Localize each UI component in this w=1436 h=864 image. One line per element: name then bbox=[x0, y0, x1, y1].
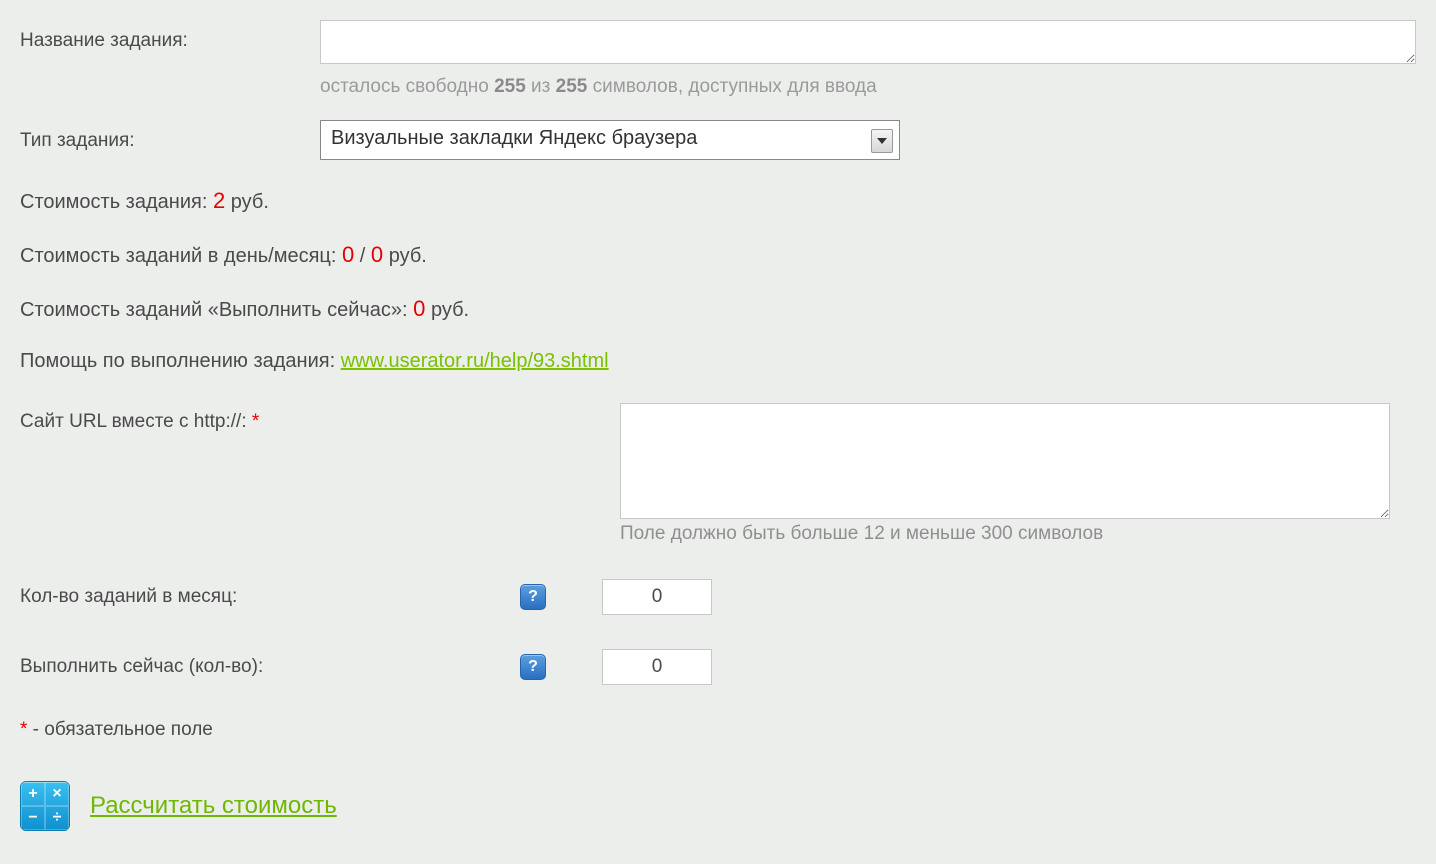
day-cost-value: 0 bbox=[342, 242, 354, 267]
required-asterisk: * bbox=[252, 411, 259, 432]
calculate-cost-link[interactable]: Рассчитать стоимость bbox=[90, 792, 337, 820]
url-hint: Поле должно быть больше 12 и меньше 300 … bbox=[620, 523, 1416, 545]
task-cost-value: 2 bbox=[213, 188, 225, 213]
help-icon[interactable]: ? bbox=[520, 584, 546, 610]
chars-total: 255 bbox=[556, 76, 588, 97]
task-name-counter: осталось свободно 255 из 255 символов, д… bbox=[320, 76, 1416, 98]
url-label: Сайт URL вместе с http://: * bbox=[20, 403, 620, 433]
chars-remaining: 255 bbox=[494, 76, 526, 97]
qty-now-row: Выполнить сейчас (кол-во): ? bbox=[20, 649, 1416, 685]
url-row: Сайт URL вместе с http://: * bbox=[20, 403, 1416, 519]
task-name-input[interactable] bbox=[320, 20, 1416, 64]
month-cost-value: 0 bbox=[371, 242, 383, 267]
calculate-row: + × − ÷ Рассчитать стоимость bbox=[20, 781, 1416, 831]
task-cost-line: Стоимость задания: 2 руб. bbox=[20, 188, 1416, 214]
qty-now-label: Выполнить сейчас (кол-во): bbox=[20, 656, 520, 678]
help-line: Помощь по выполнению задания: www.userat… bbox=[20, 350, 1416, 373]
calculator-icon: + × − ÷ bbox=[20, 781, 70, 831]
day-month-cost-line: Стоимость заданий в день/месяц: 0 / 0 ру… bbox=[20, 242, 1416, 268]
dropdown-arrow-icon[interactable] bbox=[871, 129, 893, 153]
now-cost-line: Стоимость заданий «Выполнить сейчас»: 0 … bbox=[20, 296, 1416, 322]
help-icon[interactable]: ? bbox=[520, 654, 546, 680]
task-type-selected-value: Визуальные закладки Яндекс браузера bbox=[321, 121, 899, 156]
task-name-label: Название задания: bbox=[20, 20, 320, 52]
task-name-counter-row: осталось свободно 255 из 255 символов, д… bbox=[20, 74, 1416, 116]
task-type-label: Тип задания: bbox=[20, 120, 320, 152]
task-type-row: Тип задания: Визуальные закладки Яндекс … bbox=[20, 120, 1416, 160]
qty-month-input[interactable] bbox=[602, 579, 712, 615]
required-note: * - обязательное поле bbox=[20, 719, 1416, 741]
help-link[interactable]: www.userator.ru/help/93.shtml bbox=[341, 350, 609, 372]
now-cost-value: 0 bbox=[413, 296, 425, 321]
url-input[interactable] bbox=[620, 403, 1390, 519]
task-type-select[interactable]: Визуальные закладки Яндекс браузера bbox=[320, 120, 900, 160]
qty-month-label: Кол-во заданий в месяц: bbox=[20, 586, 520, 608]
qty-now-input[interactable] bbox=[602, 649, 712, 685]
task-name-row: Название задания: bbox=[20, 20, 1416, 70]
qty-month-row: Кол-во заданий в месяц: ? bbox=[20, 579, 1416, 615]
task-name-field-col bbox=[320, 20, 1416, 70]
